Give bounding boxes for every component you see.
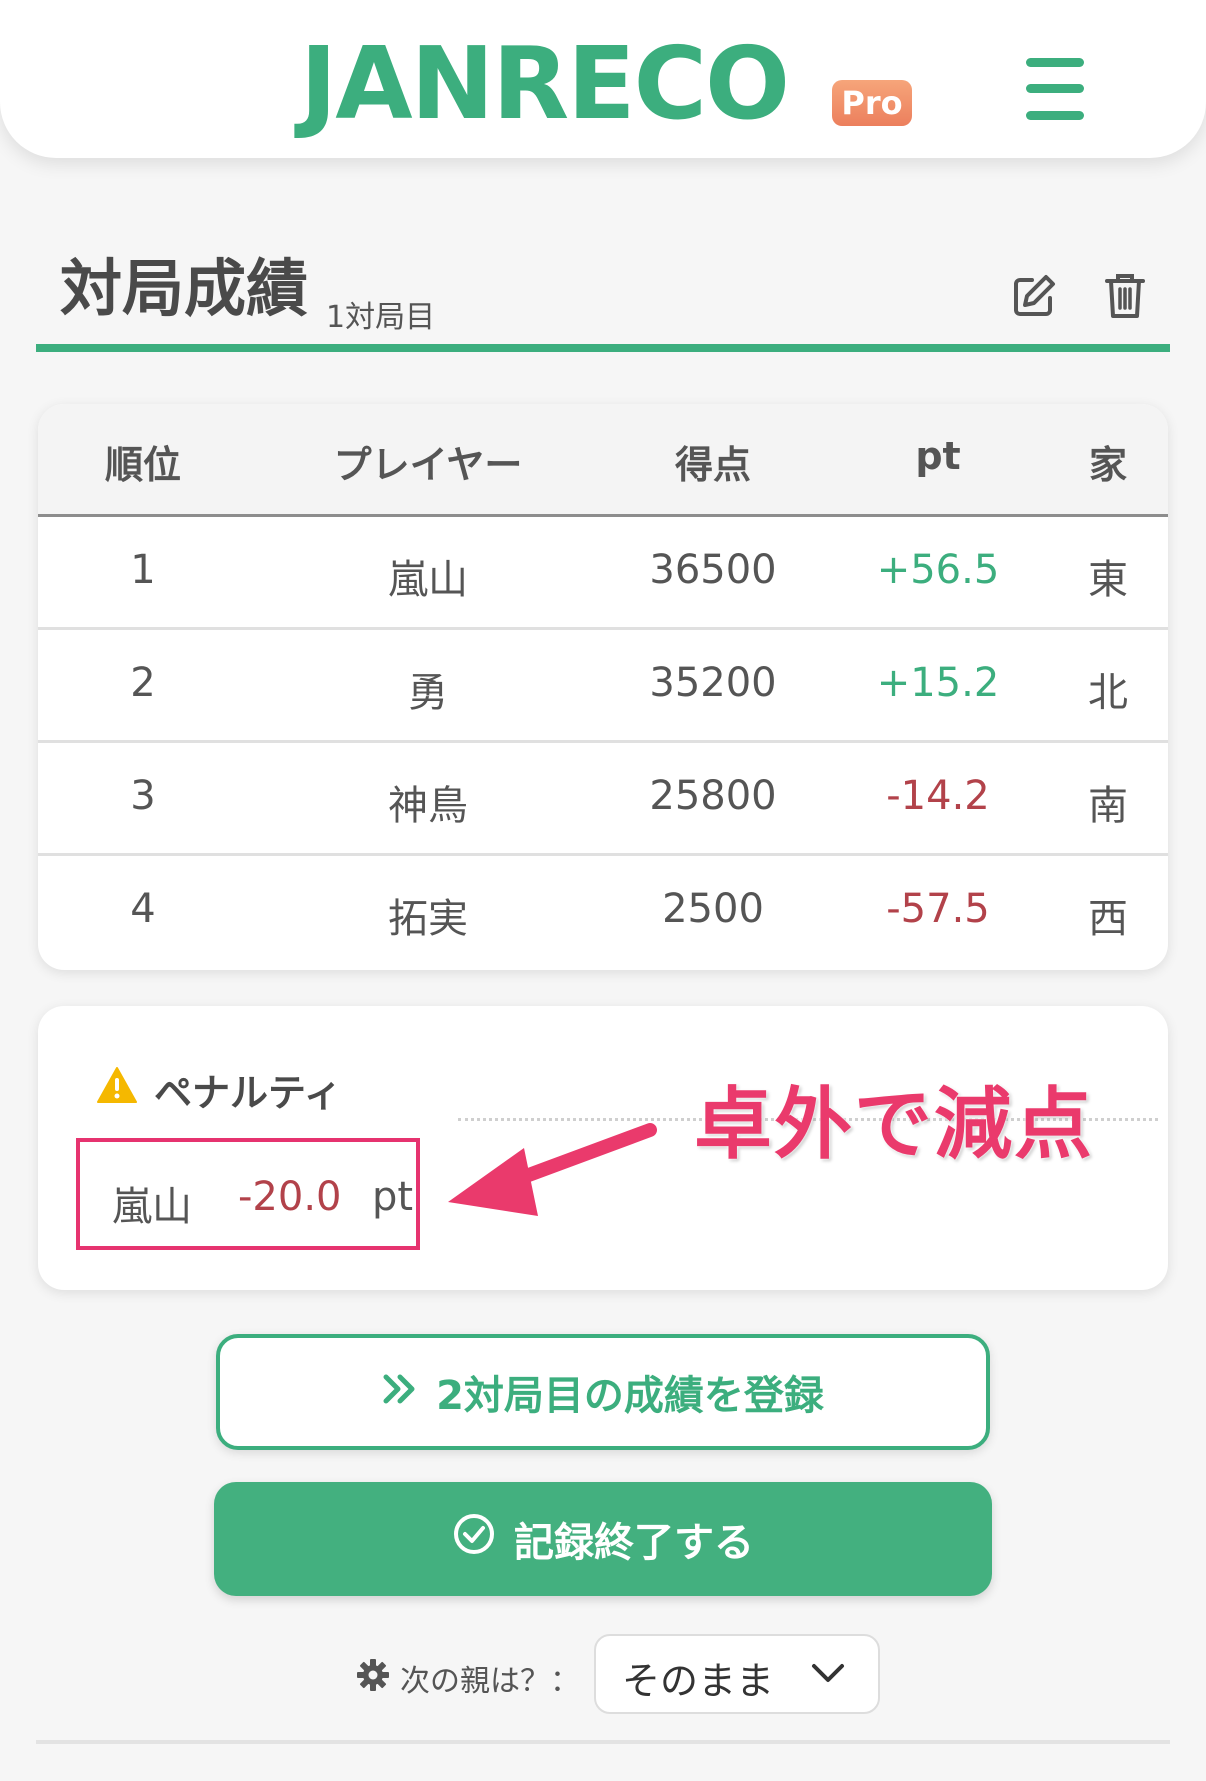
header-rank: 順位 xyxy=(104,443,181,487)
header-score: 得点 xyxy=(674,443,751,487)
table-row: 3 神鳥 25800 -14.2 南 xyxy=(38,743,1168,856)
player-cell: 嵐山 xyxy=(388,557,468,603)
player-cell: 拓実 xyxy=(388,896,468,942)
pt-cell: +15.2 xyxy=(876,660,1000,706)
rank-cell: 2 xyxy=(130,660,156,706)
player-cell: 勇 xyxy=(408,670,448,716)
next-dealer-value: そのまま xyxy=(622,1659,775,1703)
chevron-down-icon xyxy=(810,1662,846,1690)
double-chevron-right-icon xyxy=(382,1369,418,1415)
trash-icon[interactable] xyxy=(1104,272,1146,324)
header-seat: 家 xyxy=(1088,443,1127,487)
finish-recording-button[interactable]: 記録終了する xyxy=(214,1482,992,1596)
header-player: プレイヤー xyxy=(333,443,523,487)
score-cell: 35200 xyxy=(649,660,777,706)
edit-icon[interactable] xyxy=(1010,272,1058,324)
pro-badge: Pro xyxy=(832,80,912,126)
app-logo: JANRECO xyxy=(300,25,790,142)
rank-cell: 1 xyxy=(130,547,156,593)
table-row: 2 勇 35200 +15.2 北 xyxy=(38,630,1168,743)
game-number: 1対局目 xyxy=(326,300,436,335)
annotation-arrow-icon xyxy=(440,1120,660,1234)
penalty-player: 嵐山 xyxy=(112,1184,192,1230)
rank-cell: 3 xyxy=(130,773,156,819)
hamburger-menu-icon[interactable] xyxy=(1026,58,1084,120)
rank-cell: 4 xyxy=(130,886,156,932)
title-underline xyxy=(36,344,1170,352)
app-header: JANRECO Pro xyxy=(0,0,1206,158)
penalty-heading: ペナルティ xyxy=(154,1071,342,1115)
score-cell: 36500 xyxy=(649,547,777,593)
table-header: 順位 プレイヤー 得点 pt 家 xyxy=(38,404,1168,517)
seat-cell: 南 xyxy=(1088,783,1128,829)
player-cell: 神鳥 xyxy=(388,783,468,829)
pt-cell: -14.2 xyxy=(886,773,990,819)
page-title: 対局成績 xyxy=(60,252,309,325)
annotation-text: 卓外で減点 xyxy=(694,1080,1095,1170)
score-cell: 25800 xyxy=(649,773,777,819)
table-row: 1 嵐山 36500 +56.5 東 xyxy=(38,517,1168,630)
gear-icon xyxy=(356,1658,390,1696)
register-next-game-label: 2対局目の成績を登録 xyxy=(436,1373,824,1419)
seat-cell: 東 xyxy=(1088,557,1128,603)
seat-cell: 北 xyxy=(1088,670,1128,716)
warning-icon xyxy=(96,1066,138,1108)
next-dealer-select[interactable]: そのまま xyxy=(594,1634,880,1714)
score-cell: 2500 xyxy=(662,886,764,932)
header-pt: pt xyxy=(915,434,961,478)
penalty-value: -20.0 xyxy=(238,1174,342,1220)
table-row: 4 拓実 2500 -57.5 西 xyxy=(38,856,1168,966)
register-next-game-button[interactable]: 2対局目の成績を登録 xyxy=(216,1334,990,1450)
check-circle-icon xyxy=(452,1512,496,1566)
pt-cell: +56.5 xyxy=(876,547,1000,593)
results-table: 順位 プレイヤー 得点 pt 家 1 嵐山 36500 +56.5 東 2 勇 … xyxy=(38,404,1168,970)
pt-cell: -57.5 xyxy=(886,886,990,932)
next-dealer-label: 次の親は？： xyxy=(400,1664,580,1699)
finish-recording-label: 記録終了する xyxy=(514,1520,754,1566)
seat-cell: 西 xyxy=(1088,896,1128,942)
penalty-unit: pt xyxy=(372,1174,414,1220)
bottom-divider xyxy=(36,1740,1170,1744)
